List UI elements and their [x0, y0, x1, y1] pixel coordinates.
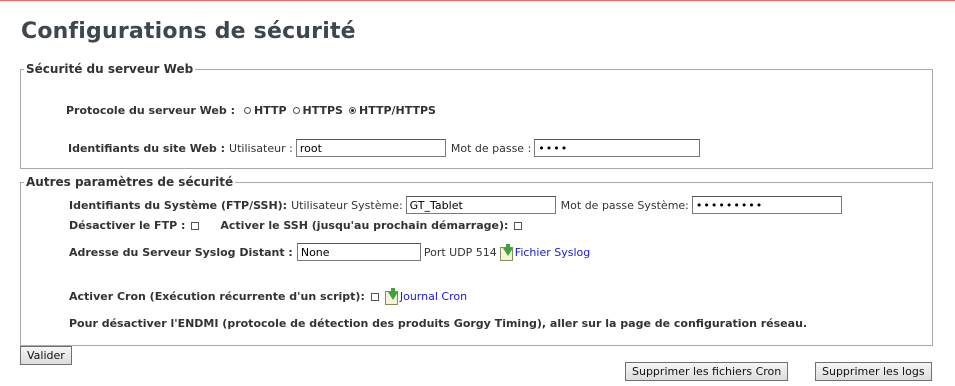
- syslog-file-link[interactable]: Fichier Syslog: [515, 246, 590, 259]
- ftp-disable-checkbox[interactable]: [191, 221, 200, 230]
- top-divider: [0, 0, 955, 1]
- download-file-icon: [384, 288, 399, 305]
- system-credentials-label: Identifiants du Système (FTP/SSH):: [69, 198, 288, 212]
- cron-row: Activer Cron (Exécution récurrente d'un …: [69, 288, 467, 305]
- ssh-enable-checkbox[interactable]: [514, 221, 523, 230]
- download-file-icon: [499, 243, 514, 261]
- delete-cron-files-button[interactable]: Supprimer les fichiers Cron: [625, 362, 789, 381]
- system-credentials-row: Identifiants du Système (FTP/SSH): Utili…: [69, 196, 842, 214]
- web-password-input[interactable]: [534, 139, 701, 157]
- cron-journal-link[interactable]: Journal Cron: [400, 290, 467, 303]
- system-password-label: Mot de passe Système:: [560, 198, 689, 212]
- web-server-section-legend: Sécurité du serveur Web: [26, 62, 194, 76]
- system-user-input[interactable]: [405, 196, 556, 214]
- protocol-row: Protocole du serveur Web : HTTP HTTPS HT…: [66, 104, 436, 117]
- endmi-note-row: Pour désactiver l'ENDMI (protocole de dé…: [69, 317, 807, 330]
- radio-https[interactable]: [292, 107, 300, 114]
- cron-label: Activer Cron (Exécution récurrente d'un …: [69, 290, 365, 303]
- syslog-label: Adresse du Serveur Syslog Distant :: [69, 245, 293, 259]
- ftp-ssh-row: Désactiver le FTP : Activer le SSH (jusq…: [69, 219, 523, 232]
- cron-enable-checkbox[interactable]: [370, 292, 379, 301]
- ssh-label: Activer le SSH (jusqu'au prochain démarr…: [220, 219, 509, 232]
- protocol-label: Protocole du serveur Web :: [66, 104, 235, 117]
- system-password-input[interactable]: [691, 196, 842, 214]
- radio-http-https[interactable]: [348, 107, 356, 114]
- web-user-input[interactable]: [295, 139, 446, 157]
- syslog-row: Adresse du Serveur Syslog Distant : Port…: [69, 243, 590, 261]
- endmi-note: Pour désactiver l'ENDMI (protocole de dé…: [69, 317, 808, 330]
- web-password-label: Mot de passe :: [450, 141, 532, 155]
- web-credentials-row: Identifiants du site Web : Utilisateur :…: [68, 139, 701, 157]
- page-title: Configurations de sécurité: [21, 19, 356, 44]
- radio-http-https-label: HTTP/HTTPS: [358, 104, 436, 117]
- web-credentials-label: Identifiants du site Web :: [68, 141, 226, 155]
- validate-button[interactable]: Valider: [20, 346, 72, 365]
- web-user-label: Utilisateur :: [229, 141, 293, 155]
- syslog-port-text: Port UDP 514: [423, 245, 497, 259]
- delete-logs-button[interactable]: Supprimer les logs: [815, 362, 932, 381]
- other-section-legend: Autres paramètres de sécurité: [26, 175, 234, 189]
- system-user-label: Utilisateur Système:: [291, 198, 403, 212]
- radio-https-label: HTTPS: [302, 104, 343, 117]
- radio-http[interactable]: [244, 107, 251, 114]
- radio-http-label: HTTP: [254, 104, 287, 117]
- ftp-label: Désactiver le FTP :: [69, 219, 186, 232]
- syslog-address-input[interactable]: [296, 243, 421, 261]
